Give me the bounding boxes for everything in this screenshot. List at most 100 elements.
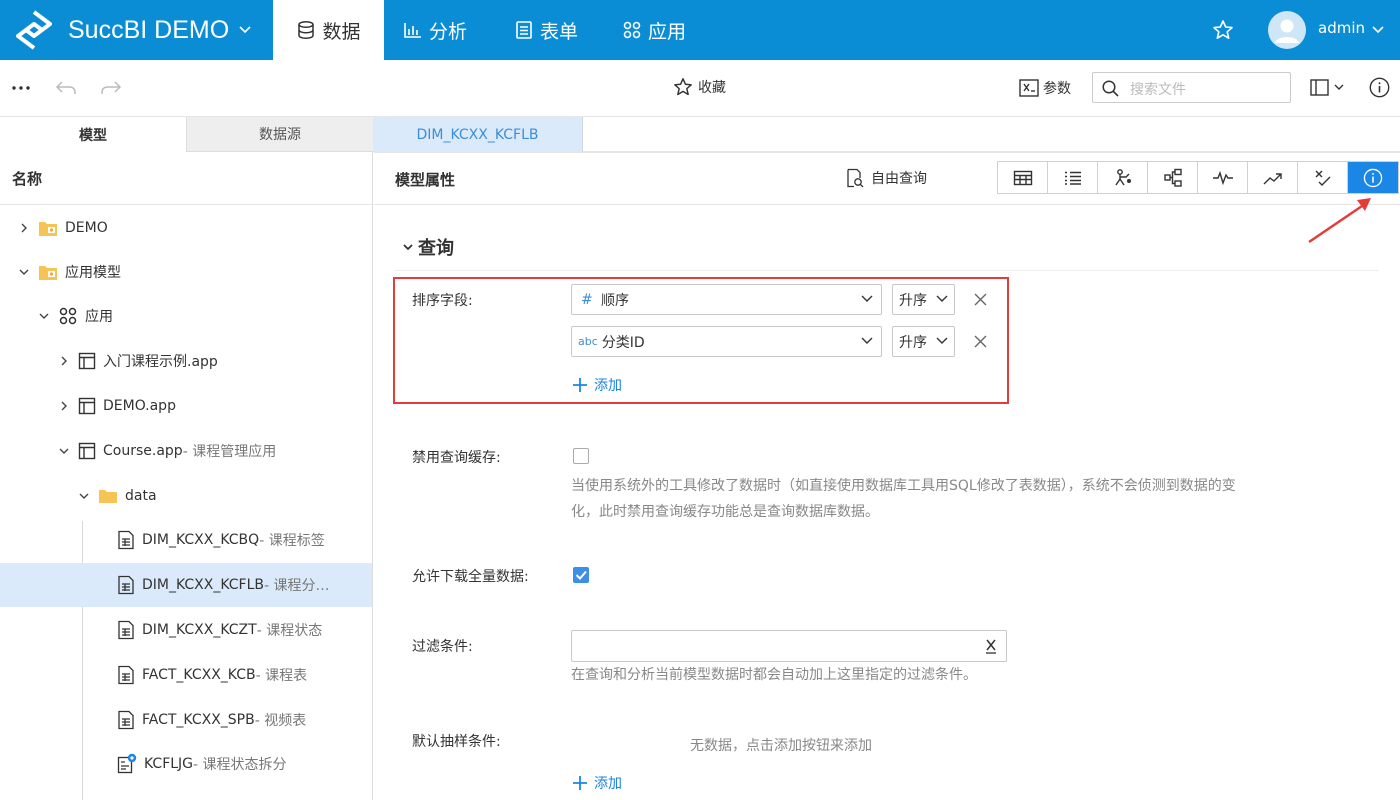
check-x-icon bbox=[1313, 169, 1333, 187]
tree-item-app-models[interactable]: 应用模型 bbox=[0, 250, 372, 294]
search-icon bbox=[1102, 80, 1119, 97]
app-file-icon bbox=[78, 352, 96, 370]
chevron-down-icon[interactable] bbox=[78, 490, 90, 502]
tab-model[interactable]: 模型 bbox=[0, 117, 186, 152]
monitor-view-button[interactable] bbox=[1198, 162, 1248, 193]
chevron-down-icon bbox=[402, 241, 414, 253]
tree-item-course-app[interactable]: Course.app - 课程管理应用 bbox=[0, 429, 372, 473]
chevron-right-icon[interactable] bbox=[58, 355, 70, 367]
sort-field-value: 顺序 bbox=[601, 292, 629, 309]
tree-item-label: data bbox=[125, 488, 157, 504]
trend-view-button[interactable] bbox=[1248, 162, 1298, 193]
nav-tab-forms[interactable]: 表单 bbox=[514, 0, 578, 60]
data-grid-view-button[interactable] bbox=[998, 162, 1048, 193]
tree-item-kcflb-selected[interactable]: DIM_KCXX_KCFLB - 课程分… bbox=[0, 563, 372, 607]
tab-datasource[interactable]: 数据源 bbox=[186, 117, 373, 152]
chevron-down-icon bbox=[239, 26, 251, 34]
nav-tab-label: 数据 bbox=[322, 20, 361, 43]
tree-item-label: DIM_KCXX_KCFLB bbox=[142, 577, 265, 593]
relations-view-button[interactable] bbox=[1148, 162, 1198, 193]
lineage-icon bbox=[1113, 168, 1133, 188]
sort-field-label: 排序字段: bbox=[412, 293, 473, 309]
tree-item-label: FACT_KCXX_SPB bbox=[142, 712, 255, 728]
info-icon[interactable] bbox=[1369, 77, 1390, 98]
tree-item-label: DIM_KCXX_KCBQ bbox=[142, 532, 260, 548]
tree-item-apps[interactable]: 应用 bbox=[0, 294, 372, 338]
divider bbox=[0, 204, 372, 205]
folder-icon bbox=[98, 488, 118, 504]
filter-input[interactable] bbox=[571, 630, 1007, 662]
chevron-right-icon[interactable] bbox=[18, 222, 30, 234]
sort-order-select-1[interactable]: 升序 bbox=[892, 284, 955, 315]
sort-field-select-2[interactable]: abc 分类ID bbox=[571, 326, 882, 357]
tree-item-kcb[interactable]: FACT_KCXX_KCB - 课程表 bbox=[0, 653, 372, 697]
tree-item-demo-app[interactable]: DEMO.app bbox=[0, 384, 372, 428]
tree-item-desc: - 视频表 bbox=[254, 713, 307, 729]
sort-field-select-1[interactable]: # 顺序 bbox=[571, 284, 882, 315]
succbi-logo-icon bbox=[12, 8, 56, 52]
disable-cache-checkbox[interactable] bbox=[573, 448, 589, 464]
sort-order-select-2[interactable]: 升序 bbox=[892, 326, 955, 357]
more-icon[interactable] bbox=[12, 86, 30, 90]
add-sort-field-button[interactable]: 添加 bbox=[572, 375, 622, 395]
lineage-view-button[interactable] bbox=[1098, 162, 1148, 193]
chevron-right-icon[interactable] bbox=[58, 400, 70, 412]
help-line: 当使用系统外的工具修改了数据时（如直接使用数据库工具用SQL修改了表数据），系统… bbox=[571, 478, 1236, 494]
left-tabs: 模型 数据源 bbox=[0, 117, 373, 152]
chevron-down-icon[interactable] bbox=[38, 310, 50, 322]
tree-item-demo[interactable]: DEMO bbox=[0, 206, 372, 250]
properties-view-button[interactable] bbox=[1348, 162, 1398, 193]
tree-item-data-folder[interactable]: data bbox=[0, 474, 372, 518]
redo-icon[interactable] bbox=[100, 79, 122, 97]
filter-help: 在查询和分析当前模型数据时都会自动加上这里指定的过滤条件。 bbox=[571, 667, 977, 683]
remove-sort-close-icon[interactable] bbox=[974, 293, 987, 306]
search-placeholder: 搜索文件 bbox=[1130, 82, 1186, 98]
section-query-toggle[interactable]: 查询 bbox=[402, 234, 454, 260]
doc-tab-kcflb[interactable]: DIM_KCXX_KCFLB bbox=[373, 117, 583, 152]
search-input[interactable]: 搜索文件 bbox=[1092, 72, 1291, 103]
top-nav: SuccBI DEMO 数据 分析 表单 应用 admin bbox=[0, 0, 1400, 60]
check-view-button[interactable] bbox=[1298, 162, 1348, 193]
table-doc-icon bbox=[117, 665, 135, 685]
nav-tab-data[interactable]: 数据 bbox=[273, 0, 384, 60]
user-name[interactable]: admin bbox=[1318, 19, 1365, 37]
star-icon[interactable] bbox=[1212, 19, 1234, 41]
tree-item-kczt[interactable]: DIM_KCXX_KCZT - 课程状态 bbox=[0, 608, 372, 652]
tree-item-desc: - 课程状态拆分 bbox=[193, 757, 287, 773]
chevron-down-icon[interactable] bbox=[1372, 26, 1384, 34]
avatar[interactable] bbox=[1268, 11, 1306, 49]
favorite-button[interactable]: 收藏 bbox=[673, 77, 726, 97]
tree-item-intro-app[interactable]: 入门课程示例.app bbox=[0, 339, 372, 383]
remove-sort-close-icon[interactable] bbox=[974, 335, 987, 348]
params-icon bbox=[1019, 79, 1039, 97]
apps-icon bbox=[58, 306, 78, 326]
brand-menu[interactable]: SuccBI DEMO bbox=[0, 0, 273, 60]
tree-item-spb[interactable]: FACT_KCXX_SPB - 视频表 bbox=[0, 698, 372, 742]
free-query-button[interactable]: 自由查询 bbox=[846, 168, 927, 188]
chevron-down-icon[interactable] bbox=[58, 445, 70, 457]
undo-icon[interactable] bbox=[55, 79, 77, 97]
chevron-down-icon bbox=[936, 337, 948, 345]
database-icon bbox=[296, 20, 322, 40]
help-line: 化，此时禁用查询缓存功能总是查询数据库数据。 bbox=[571, 504, 879, 520]
tree-item-kcfljg[interactable]: KCFLJG - 课程状态拆分 bbox=[0, 742, 372, 786]
allow-download-checkbox[interactable] bbox=[573, 567, 589, 583]
chevron-down-icon[interactable] bbox=[18, 266, 30, 278]
layout-toggle-icon[interactable] bbox=[1310, 79, 1346, 97]
fields-list-view-button[interactable] bbox=[1048, 162, 1098, 193]
add-sampling-button[interactable]: 添加 bbox=[572, 773, 622, 793]
nav-tab-apps[interactable]: 应用 bbox=[622, 0, 686, 60]
tree-item-label: 应用模型 bbox=[65, 265, 121, 281]
app-file-icon bbox=[78, 397, 96, 415]
sampling-label: 默认抽样条件: bbox=[412, 734, 501, 750]
nav-tab-analysis[interactable]: 分析 bbox=[403, 0, 467, 60]
star-icon bbox=[673, 77, 693, 97]
params-button[interactable]: 参数 bbox=[1019, 78, 1071, 98]
tree-item-kcbq[interactable]: DIM_KCXX_KCBQ - 课程标签 bbox=[0, 518, 372, 562]
tree-item-label: FACT_KCXX_KCB bbox=[142, 667, 256, 683]
tree-item-label: DEMO bbox=[65, 220, 108, 236]
app-file-icon bbox=[78, 442, 96, 460]
list-icon bbox=[1063, 170, 1083, 186]
formula-editor-icon[interactable] bbox=[984, 637, 998, 655]
table-doc-icon bbox=[117, 530, 135, 550]
